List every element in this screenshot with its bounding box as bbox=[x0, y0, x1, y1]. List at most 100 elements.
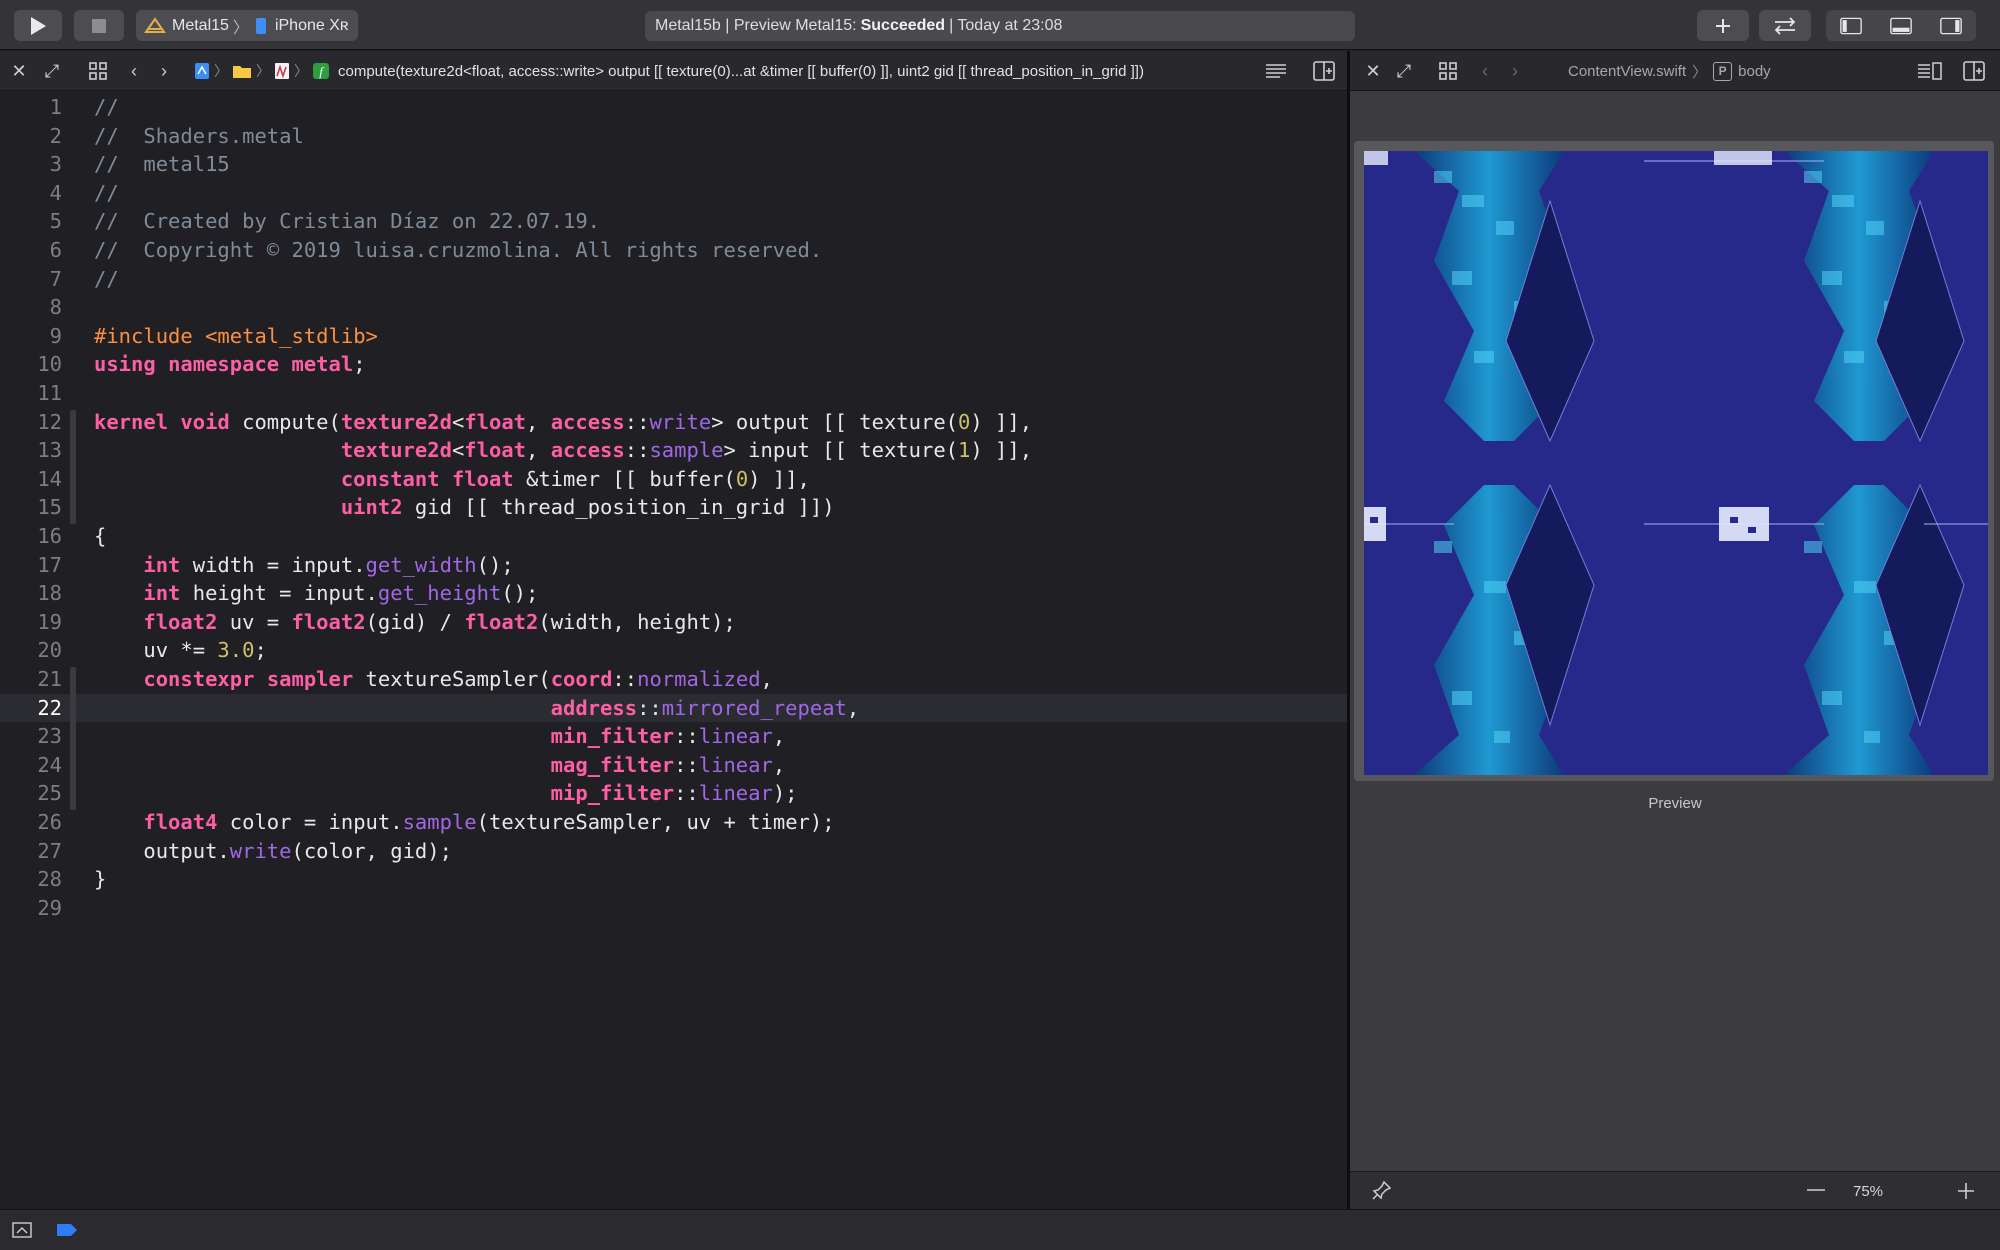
chevron-right-icon: 〉 bbox=[232, 19, 249, 37]
pin-preview-button[interactable] bbox=[1372, 1180, 1392, 1205]
project-file-icon[interactable] bbox=[194, 62, 210, 80]
app-target-icon bbox=[144, 16, 166, 33]
code-line[interactable]: 9 #include <metal_stdlib> bbox=[0, 322, 1347, 350]
chevron-right-icon: 〉 bbox=[214, 63, 228, 79]
code-line[interactable]: 18 int height = input.get_height(); bbox=[0, 579, 1347, 607]
code-fold-ribbon[interactable] bbox=[70, 409, 76, 524]
code-line[interactable]: 14 constant float &timer [[ buffer(0) ]]… bbox=[0, 465, 1347, 493]
code-line[interactable]: 22 address::mirrored_repeat, bbox=[0, 693, 1347, 722]
debug-area-icon bbox=[12, 1222, 32, 1238]
folder-icon[interactable] bbox=[232, 63, 252, 79]
code-line[interactable]: 7 // bbox=[0, 265, 1347, 293]
breakpoint-icon bbox=[57, 1224, 77, 1236]
left-editor-jump-bar: ✕ ⤢ ‹ › 〉 〉 〉 f compute(texture2d<float,… bbox=[0, 51, 1347, 91]
library-button[interactable] bbox=[1697, 10, 1749, 41]
code-line[interactable]: 1 // bbox=[0, 93, 1347, 121]
code-line[interactable]: 26 float4 color = input.sample(textureSa… bbox=[0, 808, 1347, 836]
code-text: float2 uv = float2(gid) / float2(width, … bbox=[143, 609, 736, 634]
code-line[interactable]: 6 // Copyright © 2019 luisa.cruzmolina. A… bbox=[0, 236, 1347, 264]
code-line[interactable]: 29 bbox=[0, 894, 1347, 922]
back-button[interactable]: ‹ bbox=[1474, 51, 1496, 91]
related-items-button[interactable] bbox=[84, 51, 112, 91]
code-line[interactable]: 17 int width = input.get_width(); bbox=[0, 551, 1347, 579]
debug-panel-icon[interactable] bbox=[1890, 16, 1912, 36]
zoom-out-button[interactable] bbox=[1804, 1178, 1828, 1202]
code-line[interactable]: 15 uint2 gid [[ thread_position_in_grid … bbox=[0, 493, 1347, 521]
code-text: constexpr sampler textureSampler(coord::… bbox=[143, 667, 773, 691]
zoom-level[interactable]: 75% bbox=[1838, 1172, 1898, 1210]
source-code-editor[interactable]: 1 // 2 // Shaders.metal 3 // metal15 4 // 5 // Cr… bbox=[0, 91, 1347, 1209]
run-button[interactable] bbox=[14, 10, 62, 41]
grid-icon bbox=[89, 62, 107, 80]
navigator-panel-icon[interactable] bbox=[1840, 16, 1862, 36]
code-line[interactable]: 5 // Created by Cristian Díaz on 22.07.19… bbox=[0, 207, 1347, 235]
forward-button[interactable]: › bbox=[152, 51, 176, 91]
line-number: 5 bbox=[49, 209, 62, 234]
window-toolbar: Metal15 〉 iPhone Xʀ Metal15b | Preview M… bbox=[0, 0, 2000, 50]
line-number: 16 bbox=[37, 524, 62, 548]
code-text: // Created by Cristian Díaz on 22.07.19. bbox=[94, 209, 601, 234]
breadcrumb-function[interactable]: compute(texture2d<float, access::write> … bbox=[338, 63, 1144, 80]
code-text: // Copyright © 2019 luisa.cruzmolina. Al… bbox=[94, 238, 823, 262]
line-number: 12 bbox=[37, 409, 62, 434]
scheme-selector[interactable]: Metal15 〉 iPhone Xʀ bbox=[136, 10, 358, 41]
line-number: 9 bbox=[49, 323, 62, 348]
stop-button[interactable] bbox=[74, 10, 124, 41]
related-items-button[interactable] bbox=[1434, 51, 1462, 91]
zoom-in-button[interactable] bbox=[1954, 1179, 1978, 1203]
code-text: } bbox=[94, 867, 107, 892]
breakpoints-toggle-button[interactable] bbox=[56, 1223, 78, 1242]
code-text: constant float &timer [[ buffer(0) ]], bbox=[340, 466, 810, 491]
expand-preview-editor-button[interactable]: ⤢ bbox=[1390, 51, 1418, 91]
close-preview-editor-button[interactable]: ✕ bbox=[1360, 51, 1386, 91]
line-number: 1 bbox=[49, 95, 62, 119]
chevron-right-icon: 〉 bbox=[1692, 63, 1708, 81]
code-fold-ribbon[interactable] bbox=[70, 667, 76, 810]
line-number: 2 bbox=[49, 123, 62, 148]
split-editor-icon bbox=[1963, 61, 1985, 81]
code-line[interactable]: 13 texture2d<float, access::sample> inpu… bbox=[0, 436, 1347, 464]
code-line[interactable]: 24 mag_filter::linear, bbox=[0, 751, 1347, 779]
code-line[interactable]: 8 bbox=[0, 293, 1347, 321]
chevron-right-icon: › bbox=[161, 60, 167, 81]
code-review-button[interactable] bbox=[1759, 10, 1811, 41]
editor-options-button[interactable] bbox=[1262, 51, 1290, 91]
code-line[interactable]: 3 // metal15 bbox=[0, 150, 1347, 178]
code-line[interactable]: 4 // bbox=[0, 179, 1347, 207]
close-editor-button[interactable]: ✕ bbox=[6, 51, 32, 91]
line-number: 3 bbox=[49, 152, 62, 177]
inspector-panel-icon[interactable] bbox=[1940, 16, 1962, 36]
code-line[interactable]: 25 mip_filter::linear); bbox=[0, 779, 1347, 807]
code-line[interactable]: 10 using namespace metal; bbox=[0, 350, 1347, 378]
code-line[interactable]: 19 float2 uv = float2(gid) / float2(widt… bbox=[0, 608, 1347, 636]
code-line[interactable]: 2 // Shaders.metal bbox=[0, 122, 1347, 150]
back-button[interactable]: ‹ bbox=[122, 51, 146, 91]
forward-button[interactable]: › bbox=[1504, 51, 1526, 91]
line-number: 28 bbox=[37, 867, 62, 892]
show-debug-area-button[interactable] bbox=[12, 1222, 32, 1243]
preview-render-image[interactable] bbox=[1364, 151, 1988, 775]
function-symbol-icon[interactable]: f bbox=[312, 62, 330, 80]
code-line[interactable]: 21 constexpr sampler textureSampler(coor… bbox=[0, 665, 1347, 693]
line-number: 11 bbox=[37, 381, 62, 405]
metal-file-icon[interactable] bbox=[274, 62, 290, 80]
code-line[interactable]: 23 min_filter::linear, bbox=[0, 722, 1347, 750]
line-number: 10 bbox=[37, 352, 62, 377]
adjust-editor-options-button[interactable] bbox=[1914, 51, 1944, 91]
line-number: 14 bbox=[37, 466, 62, 491]
code-line[interactable]: 27 output.write(color, gid); bbox=[0, 837, 1347, 865]
code-line[interactable]: 11 bbox=[0, 379, 1347, 407]
expand-editor-button[interactable]: ⤢ bbox=[38, 51, 66, 91]
preview-breadcrumb: ContentView.swift 〉 P body bbox=[1568, 51, 1771, 91]
code-line[interactable]: 12 kernel void compute(texture2d<float, a… bbox=[0, 408, 1347, 436]
line-number: 4 bbox=[49, 180, 62, 205]
breadcrumb-file[interactable]: ContentView.swift bbox=[1568, 63, 1686, 80]
breadcrumb-symbol[interactable]: body bbox=[1738, 63, 1771, 80]
preview-canvas[interactable]: Preview bbox=[1350, 91, 2000, 1171]
code-line[interactable]: 16 { bbox=[0, 522, 1347, 550]
expand-icon: ⤢ bbox=[44, 60, 60, 81]
add-editor-button[interactable] bbox=[1310, 51, 1338, 91]
add-editor-button[interactable] bbox=[1960, 51, 1988, 91]
code-line[interactable]: 20 uv *= 3.0; bbox=[0, 636, 1347, 664]
code-line[interactable]: 28} bbox=[0, 865, 1347, 893]
